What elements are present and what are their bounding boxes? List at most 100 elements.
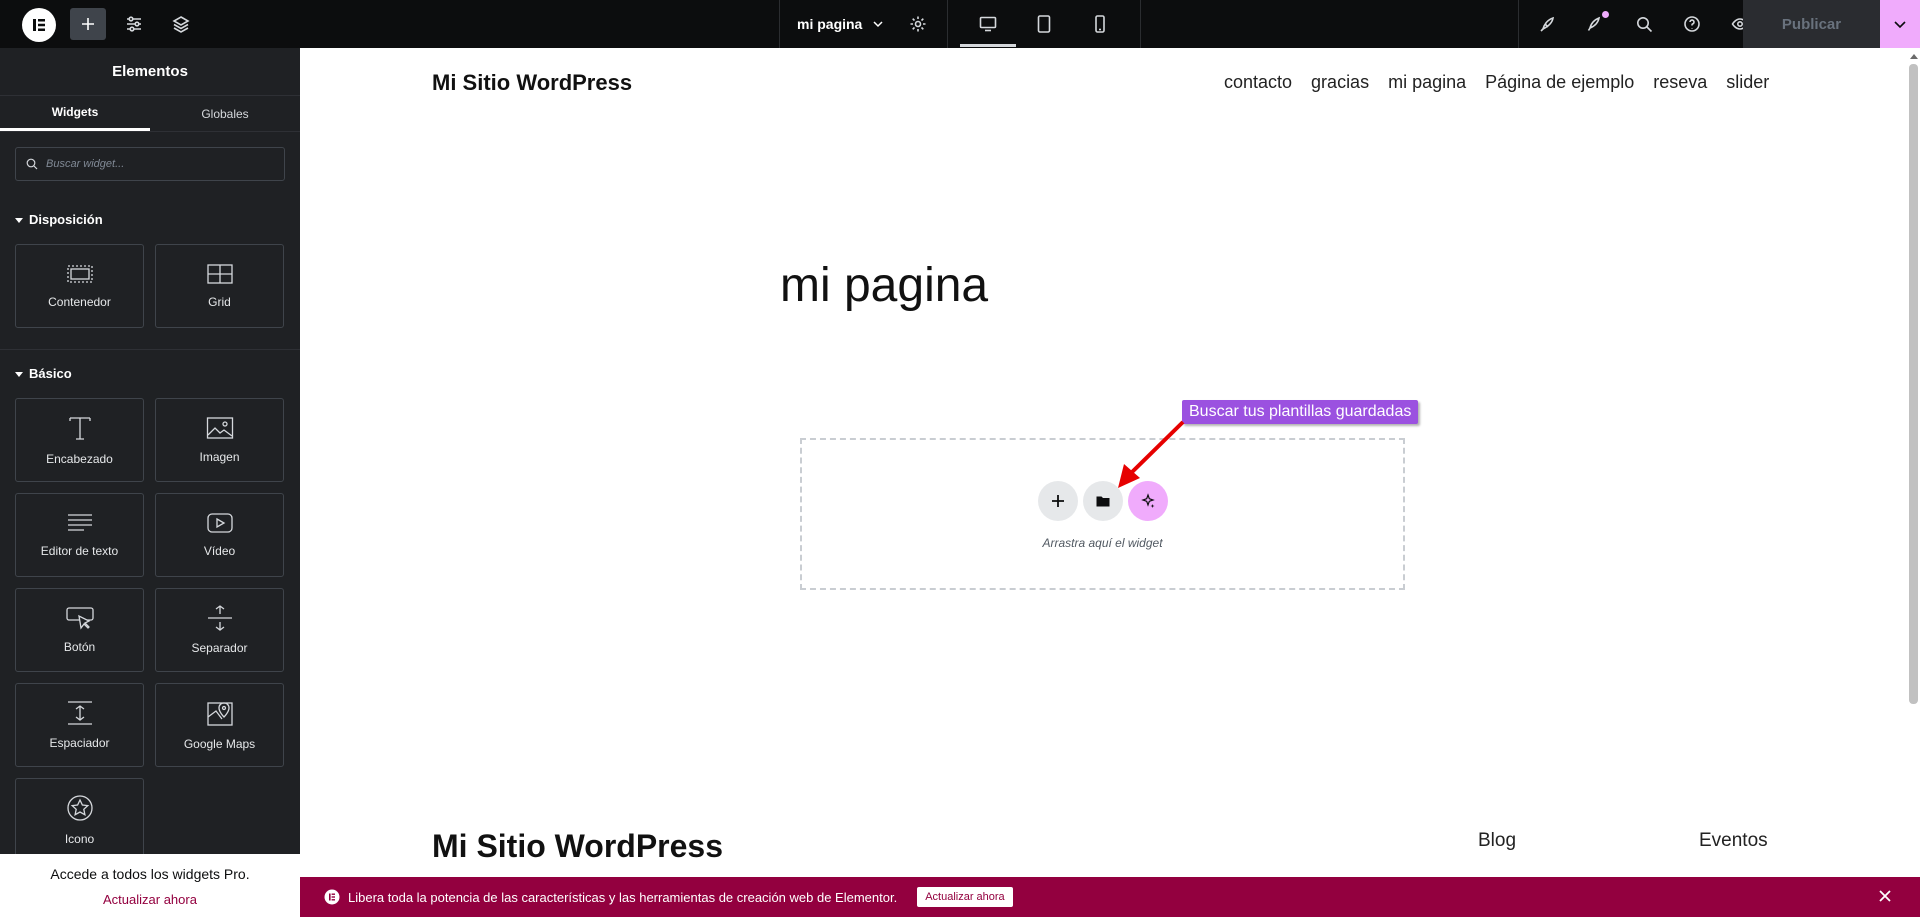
mobile-view-button[interactable] bbox=[1072, 0, 1128, 48]
widget-label: Icono bbox=[64, 832, 95, 846]
widget-separador[interactable]: Separador bbox=[155, 588, 284, 672]
plus-icon bbox=[82, 18, 94, 30]
widget-label: Botón bbox=[63, 640, 96, 654]
page-heading[interactable]: mi pagina bbox=[780, 258, 988, 313]
footer-link-eventos[interactable]: Eventos bbox=[1699, 830, 1768, 852]
publish-options-button[interactable] bbox=[1880, 0, 1920, 48]
active-device-indicator bbox=[960, 44, 1016, 47]
preview-canvas: Mi Sitio WordPress contacto gracias mi p… bbox=[300, 48, 1920, 917]
nav-item-contacto[interactable]: contacto bbox=[1224, 72, 1292, 93]
star-icon bbox=[66, 795, 93, 821]
gear-icon bbox=[910, 16, 926, 32]
widget-boton[interactable]: Botón bbox=[15, 588, 144, 672]
widget-search-input[interactable] bbox=[46, 158, 266, 170]
widget-label: Vídeo bbox=[203, 544, 236, 558]
nav-item-gracias[interactable]: gracias bbox=[1311, 72, 1369, 93]
category-disposicion[interactable]: Disposición bbox=[15, 212, 103, 227]
desktop-view-button[interactable] bbox=[960, 0, 1016, 48]
desktop-icon bbox=[979, 16, 997, 32]
site-settings-button[interactable] bbox=[118, 0, 150, 48]
help-button[interactable] bbox=[1674, 0, 1710, 48]
widget-label: Imagen bbox=[199, 450, 240, 464]
elementor-logo-icon bbox=[33, 19, 45, 31]
search-button[interactable] bbox=[1626, 0, 1662, 48]
divider-icon bbox=[207, 605, 232, 631]
widget-google-maps[interactable]: Google Maps bbox=[155, 683, 284, 767]
elements-panel: Elementos Widgets Globales Disposición C… bbox=[0, 48, 300, 917]
empty-section-dropzone[interactable]: Arrastra aquí el widget bbox=[800, 438, 1405, 590]
widget-imagen[interactable]: Imagen bbox=[155, 398, 284, 482]
category-basico[interactable]: Básico bbox=[15, 366, 72, 381]
elementor-logo-button[interactable] bbox=[22, 8, 56, 42]
dropzone-hint: Arrastra aquí el widget bbox=[1042, 536, 1163, 550]
widget-label: Encabezado bbox=[46, 452, 113, 466]
site-planner-button[interactable] bbox=[1530, 0, 1566, 48]
container-icon bbox=[66, 265, 93, 283]
widget-editor-de-texto[interactable]: Editor de texto bbox=[15, 493, 144, 577]
nav-item-mi-pagina[interactable]: mi pagina bbox=[1388, 72, 1466, 93]
widget-encabezado[interactable]: Encabezado bbox=[15, 398, 144, 482]
widget-label: Separador bbox=[191, 641, 248, 655]
top-bar: mi pagina Publicar bbox=[0, 0, 1920, 48]
notification-dot bbox=[1602, 11, 1609, 18]
divider bbox=[947, 0, 948, 48]
annotation-callout: Buscar tus plantillas guardadas bbox=[1182, 400, 1419, 424]
search-icon bbox=[26, 158, 38, 170]
page-name: mi pagina bbox=[797, 16, 863, 32]
pro-upgrade-link[interactable]: Actualizar ahora bbox=[0, 892, 300, 907]
panel-title: Elementos bbox=[0, 48, 300, 96]
plus-icon bbox=[1052, 495, 1064, 507]
scroll-up-arrow-icon[interactable] bbox=[1910, 52, 1918, 60]
widget-video[interactable]: Vídeo bbox=[155, 493, 284, 577]
spacer-icon bbox=[67, 701, 92, 725]
close-icon[interactable] bbox=[1878, 889, 1892, 903]
promo-upgrade-button[interactable]: Actualizar ahora bbox=[917, 887, 1013, 907]
whats-new-button[interactable] bbox=[1578, 0, 1614, 48]
add-section-button[interactable] bbox=[1038, 481, 1078, 521]
divider bbox=[1518, 0, 1519, 48]
canvas-scrollbar[interactable] bbox=[1909, 64, 1918, 704]
widget-contenedor[interactable]: Contenedor bbox=[15, 244, 144, 328]
layers-icon bbox=[172, 16, 190, 33]
help-icon bbox=[1684, 16, 1700, 32]
nav-item-slider[interactable]: slider bbox=[1726, 72, 1769, 93]
widget-grid[interactable]: Grid bbox=[155, 244, 284, 328]
widget-label: Grid bbox=[208, 295, 231, 309]
tab-widgets[interactable]: Widgets bbox=[0, 96, 150, 131]
grid-icon bbox=[206, 264, 233, 284]
widget-label: Espaciador bbox=[49, 736, 110, 750]
caret-down-icon bbox=[15, 371, 23, 377]
site-title[interactable]: Mi Sitio WordPress bbox=[432, 70, 632, 96]
chevron-down-icon bbox=[1894, 21, 1906, 29]
widget-label: Contenedor bbox=[48, 295, 111, 309]
rocket-icon bbox=[1540, 16, 1555, 32]
structure-button[interactable] bbox=[165, 0, 197, 48]
add-element-button[interactable] bbox=[70, 8, 106, 40]
pro-upsell-text: Accede a todos los widgets Pro. bbox=[50, 866, 250, 882]
caret-down-icon bbox=[15, 217, 23, 223]
nav-item-pagina-de-ejemplo[interactable]: Página de ejemplo bbox=[1485, 72, 1634, 93]
mobile-icon bbox=[1095, 15, 1105, 33]
search-icon bbox=[1636, 16, 1652, 32]
nav-item-reseva[interactable]: reseva bbox=[1653, 72, 1707, 93]
widget-icono[interactable]: Icono bbox=[15, 778, 144, 862]
widget-label: Google Maps bbox=[183, 737, 256, 751]
widget-label: Editor de texto bbox=[40, 544, 119, 558]
footer-site-title[interactable]: Mi Sitio WordPress bbox=[432, 828, 723, 865]
page-settings-button[interactable] bbox=[900, 0, 936, 48]
publish-label: Publicar bbox=[1781, 15, 1842, 33]
divider bbox=[1140, 0, 1141, 48]
footer-link-blog[interactable]: Blog bbox=[1478, 830, 1516, 852]
widget-espaciador[interactable]: Espaciador bbox=[15, 683, 144, 767]
sliders-icon bbox=[127, 16, 141, 32]
tab-globales[interactable]: Globales bbox=[150, 96, 300, 131]
publish-button[interactable]: Publicar bbox=[1743, 0, 1880, 48]
tablet-view-button[interactable] bbox=[1016, 0, 1072, 48]
panel-tabs: Widgets Globales bbox=[0, 96, 300, 132]
tablet-icon bbox=[1037, 15, 1051, 33]
map-icon bbox=[206, 702, 233, 726]
heading-icon bbox=[68, 417, 91, 440]
page-selector[interactable]: mi pagina bbox=[797, 0, 884, 48]
annotation-arrow-icon bbox=[1118, 420, 1185, 488]
category-title: Disposición bbox=[29, 212, 103, 227]
